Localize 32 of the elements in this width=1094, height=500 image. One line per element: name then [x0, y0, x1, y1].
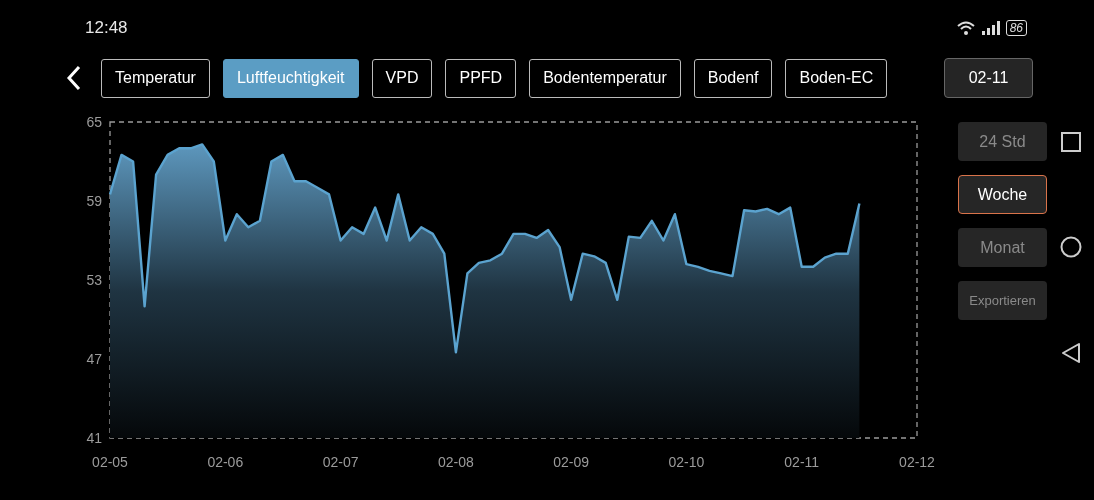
- y-axis-label: 59: [86, 193, 102, 209]
- sensor-tab[interactable]: Boden-EC: [785, 58, 888, 98]
- range-button[interactable]: Monat: [958, 228, 1047, 267]
- wifi-icon: [955, 20, 976, 36]
- sensor-tab[interactable]: PPFD: [445, 58, 517, 98]
- signal-icon: [981, 21, 1000, 35]
- x-axis-label: 02-06: [207, 454, 244, 470]
- x-axis-label: 02-12: [899, 454, 935, 470]
- sensor-tab[interactable]: Temperatur: [101, 58, 210, 98]
- y-axis-label: 65: [86, 114, 102, 130]
- sensor-tab[interactable]: Bodenf: [693, 58, 773, 98]
- back-icon: [65, 65, 82, 91]
- sensor-tab[interactable]: Bodentemperatur: [529, 58, 681, 98]
- y-axis-label: 53: [86, 272, 102, 288]
- y-axis-label: 47: [86, 351, 102, 367]
- date-button[interactable]: 02-11: [944, 58, 1033, 98]
- battery-indicator: 86: [1005, 20, 1027, 36]
- range-button[interactable]: 24 Std: [958, 122, 1047, 161]
- export-button[interactable]: Exportieren: [958, 281, 1047, 320]
- x-axis-label: 02-07: [322, 454, 359, 470]
- square-icon[interactable]: [1060, 132, 1081, 152]
- clock-time: 12:48: [85, 17, 128, 40]
- x-axis-label: 02-10: [668, 454, 705, 470]
- back-triangle-icon[interactable]: [1060, 342, 1081, 364]
- circle-icon[interactable]: [1059, 236, 1082, 258]
- range-button[interactable]: Woche: [958, 175, 1047, 214]
- x-axis-label: 02-11: [784, 454, 820, 470]
- x-axis-label: 02-05: [92, 454, 128, 470]
- x-axis-label: 02-08: [437, 454, 474, 470]
- y-axis-label: 41: [86, 430, 102, 446]
- sensor-tab[interactable]: VPD: [371, 58, 433, 98]
- x-axis-label: 02-09: [553, 454, 590, 470]
